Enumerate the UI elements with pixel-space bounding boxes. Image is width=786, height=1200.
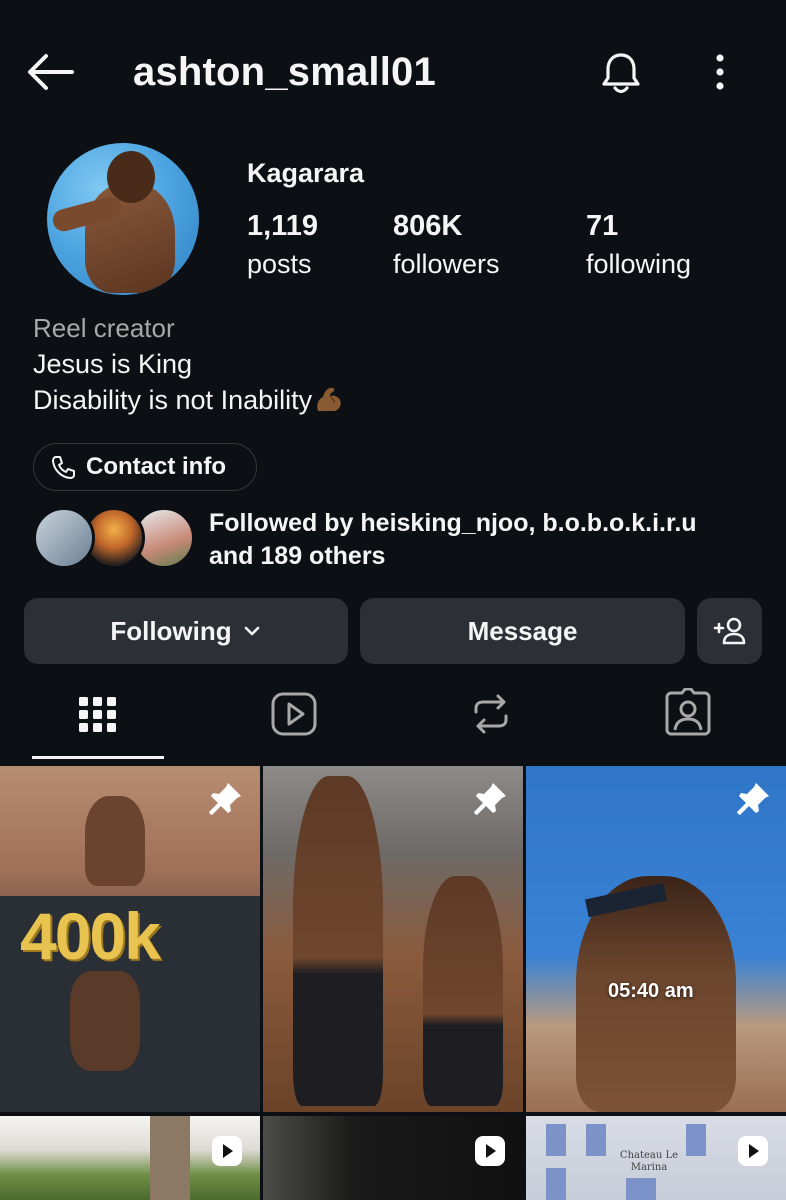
post-1-overlay-text: 400k	[20, 899, 161, 973]
active-tab-indicator	[32, 756, 164, 759]
posts-grid: 400k 05:40 am Chateau Le Marina	[0, 766, 786, 1200]
stat-following-label: following	[586, 249, 692, 279]
stat-posts-label: posts	[247, 249, 312, 279]
stat-followers-label: followers	[393, 249, 500, 279]
stat-following-value: 71	[586, 210, 619, 242]
stat-posts[interactable]: 1,119 posts	[247, 210, 318, 280]
back-arrow-icon[interactable]	[24, 50, 76, 94]
reel-icon	[475, 1136, 505, 1166]
pinned-icon	[737, 783, 769, 815]
profile-tabs	[0, 680, 786, 764]
profile-category: Reel creator	[33, 313, 175, 343]
post-6-window	[626, 1178, 656, 1200]
post-2-person-2	[423, 876, 503, 1106]
stat-following[interactable]: 71 following	[586, 210, 691, 280]
bio-line-1: Jesus is King	[33, 349, 193, 379]
followed-by-text[interactable]: Followed by heisking_njoo, b.o.b.o.k.i.r…	[209, 507, 769, 573]
stat-followers[interactable]: 806K followers	[393, 210, 500, 280]
grid-icon[interactable]	[73, 688, 123, 738]
post-3-overlay-text: 05:40 am	[608, 980, 694, 1002]
post-1-person	[85, 796, 145, 886]
reel-icon	[212, 1136, 242, 1166]
mutual-followers-avatars[interactable]	[33, 507, 195, 571]
post-4-tree	[150, 1116, 190, 1200]
bio-line-2: Disability is not Inability	[33, 385, 313, 415]
stat-posts-value: 1,119	[247, 210, 318, 242]
mutual-avatar-1	[33, 507, 95, 569]
post-6-window	[546, 1168, 566, 1200]
tagged-icon[interactable]	[663, 688, 713, 738]
suggested-people-button[interactable]	[697, 598, 762, 664]
post-6-window	[686, 1124, 706, 1156]
bio-line-2-wrapper: Disability is not Inability	[33, 385, 344, 416]
contact-info-label: Contact info	[86, 453, 226, 480]
post-6-window	[586, 1124, 606, 1156]
contact-info-button[interactable]: Contact info	[33, 443, 257, 491]
reel-icon	[738, 1136, 768, 1166]
profile-username: ashton_small01	[133, 50, 436, 94]
pinned-icon	[474, 783, 506, 815]
grid-post-3[interactable]: 05:40 am	[526, 766, 786, 1112]
flexed-biceps-emoji-icon	[317, 387, 341, 411]
pinned-icon	[209, 783, 241, 815]
add-person-icon	[713, 617, 745, 645]
stat-followers-value: 806K	[393, 210, 463, 242]
notification-bell-icon[interactable]	[598, 50, 644, 96]
chevron-down-icon	[244, 626, 259, 636]
top-bar: ashton_small01	[0, 0, 786, 145]
post-6-window	[546, 1124, 566, 1156]
grid-post-1[interactable]: 400k	[0, 766, 260, 1112]
following-button-label: Following	[110, 615, 232, 646]
following-button[interactable]: Following	[24, 598, 348, 664]
grid-post-4[interactable]	[0, 1116, 260, 1200]
followed-by-line-2: and 189 others	[209, 542, 386, 570]
grid-post-5[interactable]	[263, 1116, 523, 1200]
followed-by-line-1: Followed by heisking_njoo, b.o.b.o.k.i.r…	[209, 509, 697, 537]
post-6-sign-text: Chateau Le Marina	[619, 1150, 679, 1173]
display-name: Kagarara	[247, 158, 365, 188]
repost-icon[interactable]	[466, 688, 516, 738]
post-1-person-2	[70, 971, 140, 1071]
reels-icon[interactable]	[270, 688, 320, 738]
avatar-head	[107, 151, 155, 203]
phone-icon	[52, 456, 75, 479]
post-2-person-1	[293, 776, 383, 1106]
more-options-icon[interactable]	[700, 50, 740, 94]
message-button-label: Message	[467, 615, 578, 646]
message-button[interactable]: Message	[360, 598, 685, 664]
grid-post-2[interactable]	[263, 766, 523, 1112]
grid-post-6[interactable]: Chateau Le Marina	[526, 1116, 786, 1200]
profile-avatar[interactable]	[47, 143, 199, 295]
